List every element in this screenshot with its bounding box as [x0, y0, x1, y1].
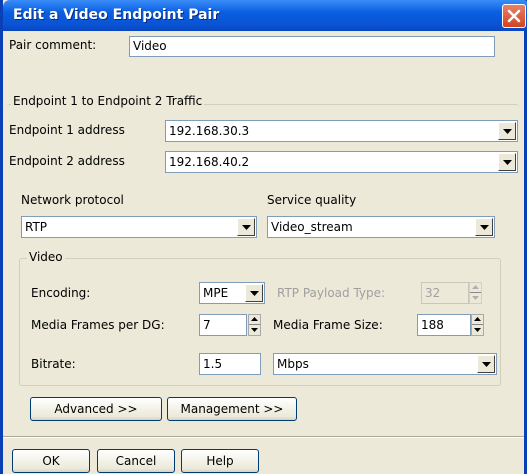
ok-button[interactable]: OK [12, 449, 90, 473]
endpoint2-label: Endpoint 2 address [9, 154, 125, 168]
help-button[interactable]: Help [181, 449, 259, 473]
rtp-payload-spinner [469, 282, 482, 304]
spin-down-icon [474, 328, 481, 332]
pair-comment-input[interactable]: Video [129, 36, 495, 57]
encoding-dropdown-button[interactable] [245, 284, 263, 302]
chevron-down-icon [242, 225, 251, 230]
endpoint2-address-combo[interactable]: 192.168.40.2 [165, 151, 518, 173]
chevron-down-icon [503, 160, 512, 165]
endpoint2-dropdown-button[interactable] [498, 153, 516, 171]
service-quality-dropdown-button[interactable] [475, 218, 493, 236]
bitrate-unit-combo[interactable]: Mbps [273, 353, 497, 375]
close-button[interactable] [502, 4, 526, 28]
service-quality-combo[interactable]: Video_stream [267, 216, 495, 238]
bitrate-unit-dropdown-button[interactable] [477, 355, 495, 373]
encoding-value: MPE [203, 286, 229, 300]
service-quality-label: Service quality [267, 193, 357, 207]
spin-down-icon [251, 328, 258, 332]
frames-per-dg-label: Media Frames per DG: [31, 318, 165, 332]
network-protocol-dropdown-button[interactable] [237, 218, 255, 236]
bitrate-input[interactable]: 1.5 [199, 353, 261, 375]
spin-up-icon [251, 317, 258, 321]
encoding-combo[interactable]: MPE [199, 282, 265, 304]
bitrate-unit-value: Mbps [277, 357, 309, 371]
spin-up-icon [474, 317, 481, 321]
spin-down-icon [472, 296, 479, 300]
chevron-down-icon [480, 225, 489, 230]
frame-size-input[interactable]: 188 [417, 314, 471, 336]
advanced-button[interactable]: Advanced >> [30, 397, 162, 421]
chevron-down-icon [482, 362, 491, 367]
pair-comment-label: Pair comment: [9, 38, 97, 52]
bitrate-label: Bitrate: [31, 357, 76, 371]
close-icon [507, 9, 521, 23]
endpoint1-dropdown-button[interactable] [498, 122, 516, 140]
cancel-button[interactable]: Cancel [97, 449, 175, 473]
service-quality-value: Video_stream [271, 220, 353, 234]
separator [3, 436, 524, 438]
endpoint2-address-value: 192.168.40.2 [169, 155, 250, 169]
traffic-group-legend: Endpoint 1 to Endpoint 2 Traffic [11, 94, 205, 108]
management-button[interactable]: Management >> [167, 397, 297, 421]
spin-up-icon [472, 285, 479, 289]
chevron-down-icon [250, 291, 259, 296]
frames-per-dg-spinner[interactable] [248, 314, 261, 336]
window-title: Edit a Video Endpoint Pair [13, 7, 220, 23]
chevron-down-icon [503, 129, 512, 134]
title-bar[interactable]: Edit a Video Endpoint Pair [3, 0, 527, 31]
dialog-window: Edit a Video Endpoint Pair Pair comment:… [0, 0, 527, 474]
endpoint1-address-value: 192.168.30.3 [169, 124, 250, 138]
network-protocol-label: Network protocol [21, 193, 124, 207]
network-protocol-combo[interactable]: RTP [21, 216, 257, 238]
endpoint1-address-combo[interactable]: 192.168.30.3 [165, 120, 518, 142]
frame-size-spinner[interactable] [471, 314, 484, 336]
frame-size-label: Media Frame Size: [273, 318, 383, 332]
rtp-payload-input: 32 [421, 282, 469, 304]
endpoint1-label: Endpoint 1 address [9, 123, 125, 137]
encoding-label: Encoding: [31, 286, 91, 300]
frames-per-dg-input[interactable]: 7 [199, 314, 247, 336]
network-protocol-value: RTP [25, 220, 48, 234]
rtp-payload-label: RTP Payload Type: [277, 286, 386, 300]
video-group-legend: Video [27, 250, 65, 264]
